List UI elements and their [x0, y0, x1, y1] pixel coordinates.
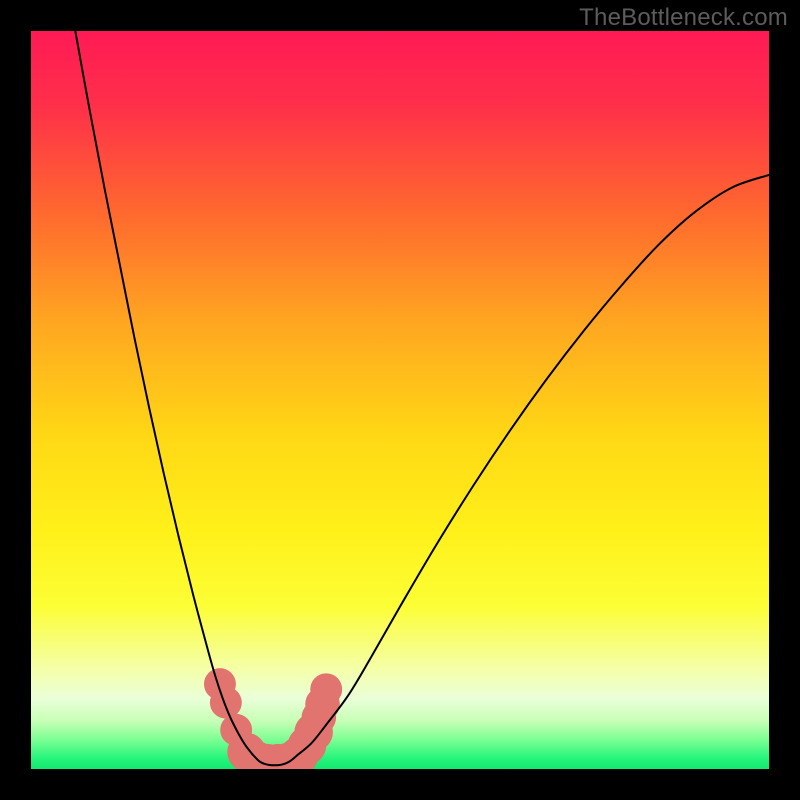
plot-area [31, 31, 769, 769]
curve-right-branch [297, 175, 769, 756]
chart-frame: TheBottleneck.com [0, 0, 800, 800]
curve-left-branch [75, 31, 252, 754]
watermark-text: TheBottleneck.com [579, 4, 788, 32]
highlight-dot [310, 673, 342, 705]
curve-layer [31, 31, 769, 769]
highlight-markers [204, 668, 342, 769]
highlight-dot [210, 687, 242, 719]
